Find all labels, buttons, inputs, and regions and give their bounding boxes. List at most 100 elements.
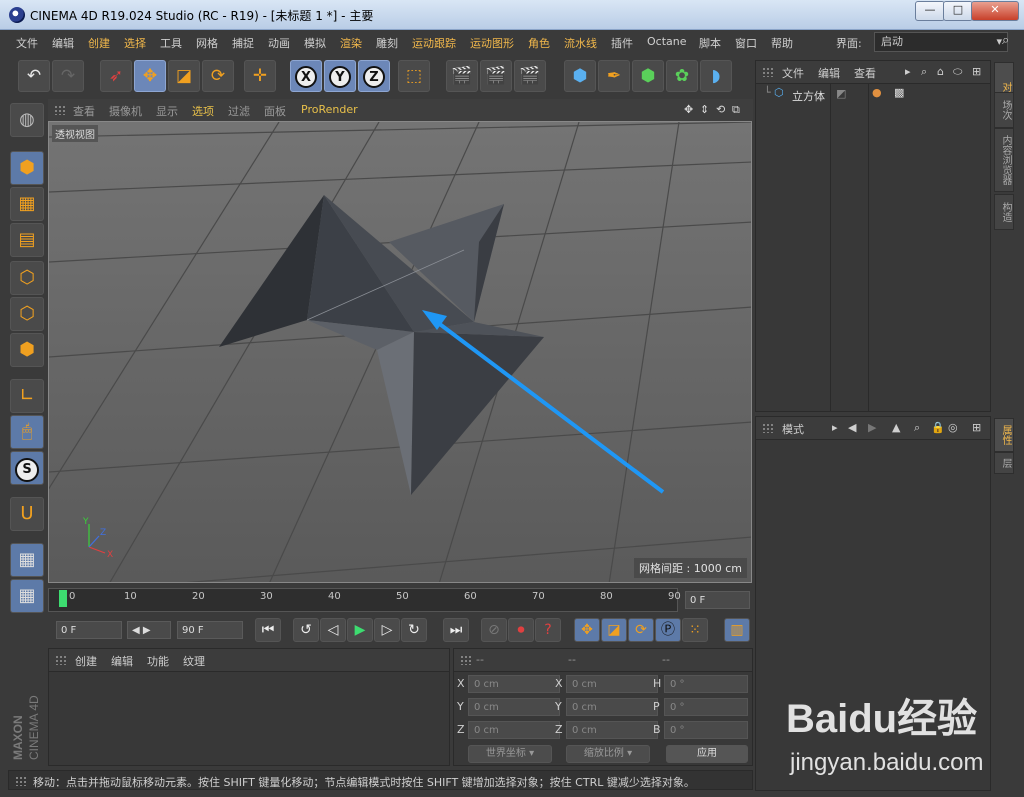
menu-octane[interactable]: Octane <box>647 35 687 48</box>
end-frame-field[interactable]: 90 F <box>177 621 243 639</box>
x-axis-button[interactable]: X <box>290 60 322 92</box>
am-menu-mode[interactable]: 模式 <box>782 421 804 437</box>
am-lock-icon[interactable]: 🔒 <box>931 421 945 434</box>
am-new-panel-icon[interactable]: ⊞ <box>972 421 981 434</box>
enable-axis-button[interactable]: ∟ <box>10 379 44 413</box>
timeline-ruler[interactable]: 0 10 20 30 40 50 60 70 80 90 <box>48 588 681 612</box>
menu-character[interactable]: 角色 <box>528 35 550 51</box>
tab-structure[interactable]: 构造 <box>994 194 1014 230</box>
start-frame-field[interactable]: 0 F <box>56 621 122 639</box>
play-button[interactable]: ▶ <box>347 618 373 642</box>
menu-plugins[interactable]: 插件 <box>611 35 633 51</box>
perspective-viewport[interactable]: Y X Z 透视视图 网格间距 : 1000 cm <box>48 121 752 583</box>
go-to-end-button[interactable]: ⏭ <box>443 618 469 642</box>
rotation-h-field[interactable]: 0 ° <box>664 675 748 693</box>
search-icon[interactable]: ⌕ <box>1002 33 1009 48</box>
material-tag-icon[interactable]: ● <box>872 86 882 99</box>
size-z-field[interactable]: 0 cm <box>566 721 658 739</box>
forward-arrow-icon[interactable]: ▶ <box>868 421 876 434</box>
viewport-menu-camera[interactable]: 摄像机 <box>109 103 142 119</box>
scale-tool-button[interactable]: ◪ <box>168 60 200 92</box>
menu-sculpt[interactable]: 雕刻 <box>376 35 398 51</box>
apply-button[interactable]: 应用 <box>666 745 748 763</box>
edges-mode-button[interactable]: ⬡ <box>10 297 44 331</box>
viewport-menu-display[interactable]: 显示 <box>156 103 178 119</box>
key-scale-button[interactable]: ◪ <box>601 618 627 642</box>
menu-mograph[interactable]: 运动图形 <box>470 35 514 51</box>
menu-pipeline[interactable]: 流水线 <box>564 35 597 51</box>
current-frame-field[interactable]: 0 F <box>685 591 750 609</box>
menu-edit[interactable]: 编辑 <box>52 35 74 51</box>
cloner-button[interactable]: ✿ <box>666 60 698 92</box>
minimize-button[interactable]: — <box>915 1 945 21</box>
menu-render[interactable]: 渲染 <box>340 35 362 51</box>
y-axis-button[interactable]: Y <box>324 60 356 92</box>
viewport-menu-panel[interactable]: 面板 <box>264 103 286 119</box>
menu-create[interactable]: 创建 <box>88 35 110 51</box>
undo-button[interactable]: ↶ <box>18 60 50 92</box>
move-tool-button[interactable]: ✥ <box>134 60 166 92</box>
render-settings-button[interactable]: 🎬 <box>514 60 546 92</box>
om-search-icon[interactable]: ⌕ <box>921 65 927 79</box>
playhead[interactable] <box>59 590 67 607</box>
redo-button[interactable]: ↷ <box>52 60 84 92</box>
autokey-button[interactable]: ? <box>535 618 561 642</box>
menu-tools[interactable]: 工具 <box>160 35 182 51</box>
am-search-icon[interactable]: ⌕ <box>914 421 920 435</box>
record-active-button[interactable]: ⏺ <box>508 618 534 642</box>
polygons-mode-button[interactable]: ⬢ <box>10 333 44 367</box>
coordinate-system-button[interactable]: ⬚ <box>398 60 430 92</box>
menu-script[interactable]: 脚本 <box>699 35 721 51</box>
rotation-p-field[interactable]: 0 ° <box>664 698 748 716</box>
viewport-maximize-icon[interactable]: ⧉ <box>732 103 740 117</box>
add-cube-button[interactable]: ⬢ <box>564 60 596 92</box>
key-parameter-button[interactable]: Ⓟ <box>655 618 681 642</box>
key-rotation-button[interactable]: ⟳ <box>628 618 654 642</box>
subdivision-surface-button[interactable]: ⬢ <box>632 60 664 92</box>
frame-range-slider[interactable]: ◀ ▶ <box>127 621 171 639</box>
object-row[interactable]: └ ⬡ 立方体 ◩ ● ▩ <box>756 85 992 105</box>
om-menu-view[interactable]: 查看 <box>854 65 876 81</box>
viewport-zoom-icon[interactable]: ⇕ <box>700 103 709 116</box>
record-disabled-button[interactable]: ⊘ <box>481 618 507 642</box>
size-x-field[interactable]: 0 cm <box>566 675 658 693</box>
viewport-pan-icon[interactable]: ✥ <box>684 103 693 116</box>
mat-menu-edit[interactable]: 编辑 <box>111 653 133 669</box>
planar-workplane-button[interactable]: ▦ <box>10 579 44 613</box>
tab-takes[interactable]: 场次 <box>994 92 1014 128</box>
render-to-picture-viewer-button[interactable]: 🎬 <box>480 60 512 92</box>
tab-content-browser[interactable]: 内容浏览器 <box>994 128 1014 192</box>
maximize-button[interactable]: □ <box>943 1 973 21</box>
scale-mode-dropdown[interactable]: 缩放比例 ▾ <box>566 745 650 763</box>
render-view-button[interactable]: 🎬 <box>446 60 478 92</box>
workplane-mode-button[interactable]: ▤ <box>10 223 44 257</box>
mat-menu-texture[interactable]: 纹理 <box>183 653 205 669</box>
tab-attributes[interactable]: 属性 <box>994 418 1014 452</box>
coord-system-dropdown[interactable]: 世界坐标 ▾ <box>468 745 552 763</box>
pyramid-object[interactable] <box>219 195 544 495</box>
om-more-icon[interactable]: ▸ <box>905 65 911 78</box>
position-z-field[interactable]: 0 cm <box>468 721 560 739</box>
viewport-menu-filter[interactable]: 过滤 <box>228 103 250 119</box>
menu-simulate[interactable]: 模拟 <box>304 35 326 51</box>
viewport-menu-view[interactable]: 查看 <box>73 103 95 119</box>
layout-dropdown[interactable]: 启动 ▾ <box>874 32 1008 52</box>
viewport-menu-prorender[interactable]: ProRender <box>301 103 358 116</box>
make-editable-button[interactable]: ◍ <box>10 103 44 137</box>
om-new-panel-icon[interactable]: ⊞ <box>972 65 981 78</box>
deformer-button[interactable]: ◗ <box>700 60 732 92</box>
solo-button[interactable]: S <box>10 451 44 485</box>
tab-layers[interactable]: 层 <box>994 452 1014 474</box>
live-selection-button[interactable]: ➶ <box>100 60 132 92</box>
menu-motion-tracking[interactable]: 运动跟踪 <box>412 35 456 51</box>
om-menu-file[interactable]: 文件 <box>782 65 804 81</box>
lock-workplane-button[interactable]: ▦ <box>10 543 44 577</box>
z-axis-button[interactable]: Z <box>358 60 390 92</box>
next-frame-button[interactable]: ▷ <box>374 618 400 642</box>
recent-tools-button[interactable]: ✛ <box>244 60 276 92</box>
om-layer-icon[interactable]: ⬭ <box>953 65 962 79</box>
object-name[interactable]: 立方体 <box>792 88 825 104</box>
position-x-field[interactable]: 0 cm <box>468 675 560 693</box>
tweak-mode-button[interactable]: 🖱 <box>10 415 44 449</box>
visibility-toggle-icon[interactable]: ◩ <box>836 87 846 100</box>
